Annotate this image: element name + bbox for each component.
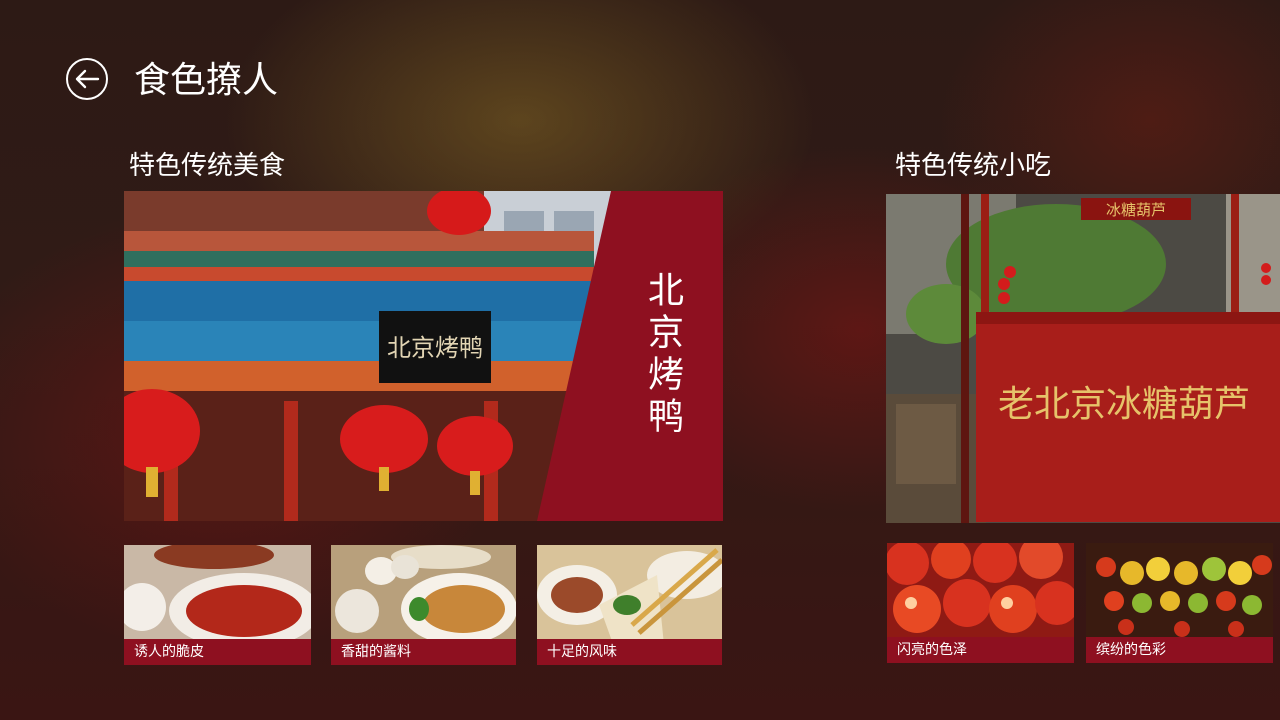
page-title: 食色撩人: [134, 60, 279, 101]
candied-haws-cart-photo: 冰糖葫芦 老北京冰糖葫芦: [886, 194, 1280, 523]
tile-crispy-skin[interactable]: 诱人的脆皮: [124, 545, 311, 665]
tile-caption: 缤纷的色彩: [1086, 637, 1273, 663]
restaurant-sign: 北京烤鸭: [387, 334, 483, 362]
hero-overlay-title: 北京烤鸭: [642, 271, 683, 439]
tile-colorful[interactable]: 缤纷的色彩: [1086, 543, 1273, 663]
tile-rich-flavor[interactable]: 十足的风味: [537, 545, 722, 665]
back-button[interactable]: [66, 58, 108, 100]
hero-tile-candied-haws[interactable]: 冰糖葫芦 老北京冰糖葫芦: [886, 194, 1280, 523]
tile-shiny-color[interactable]: 闪亮的色泽: [887, 543, 1074, 663]
tile-caption: 诱人的脆皮: [124, 639, 311, 665]
cart-top-sign: 冰糖葫芦: [1106, 201, 1166, 219]
section-title-traditional-snacks: 特色传统小吃: [895, 151, 1052, 181]
cart-sign: 老北京冰糖葫芦: [998, 384, 1250, 425]
tile-caption: 闪亮的色泽: [887, 637, 1074, 663]
section-title-traditional-food: 特色传统美食: [129, 151, 286, 181]
tile-sweet-sauce[interactable]: 香甜的酱料: [331, 545, 516, 665]
tile-caption: 香甜的酱料: [331, 639, 516, 665]
hero-tile-beijing-duck[interactable]: 北京烤鸭 北京烤鸭: [124, 191, 723, 521]
back-arrow-icon: [75, 69, 100, 89]
tile-caption: 十足的风味: [537, 639, 722, 665]
